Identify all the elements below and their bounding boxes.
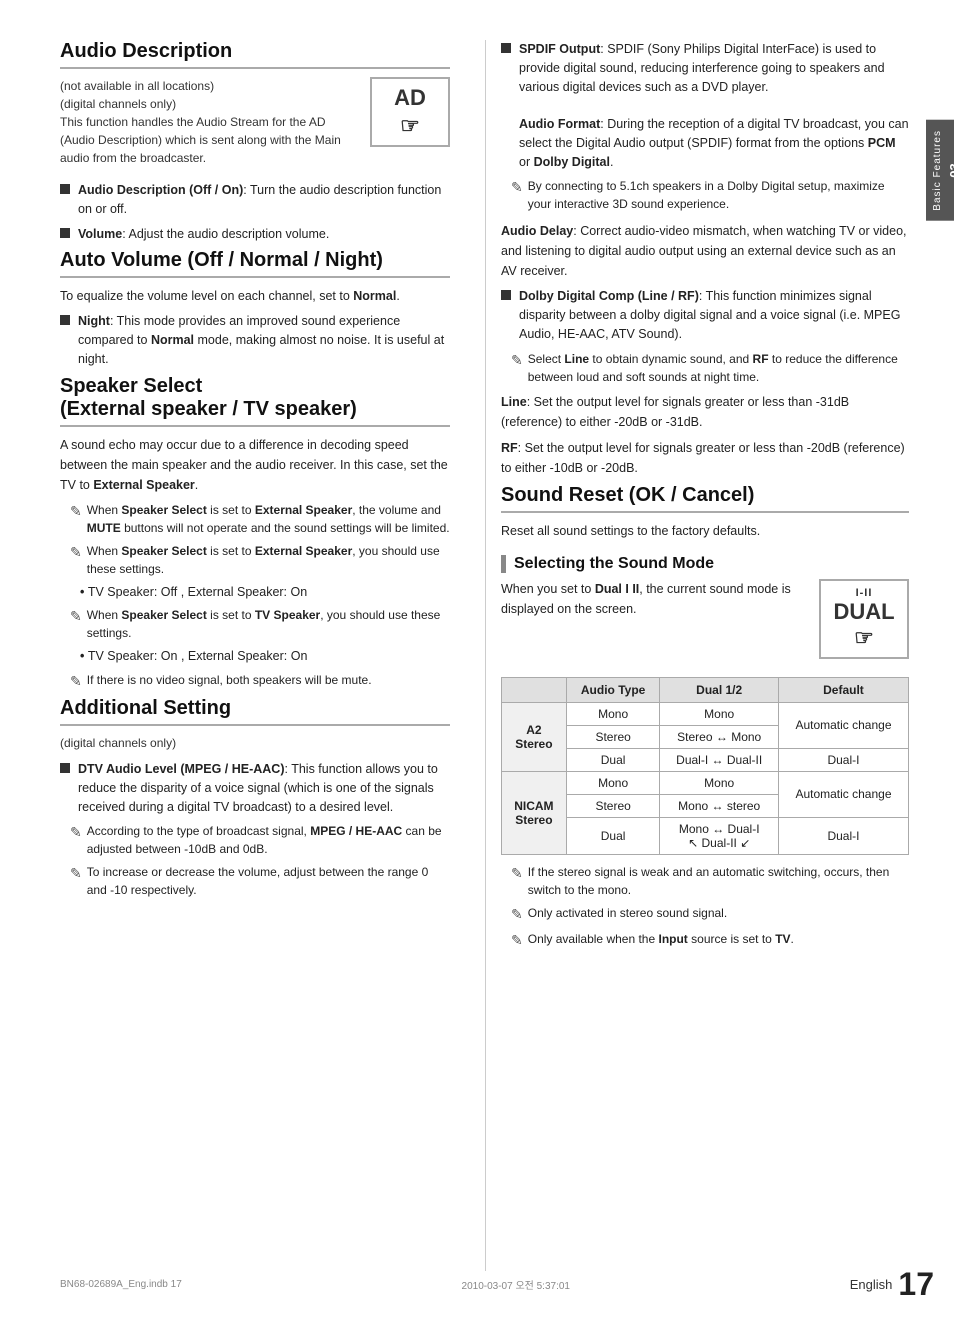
section-heading-auto-volume: Auto Volume (Off / Normal / Night) [60,249,450,278]
chapter-number: 03 [947,163,954,177]
table-cell-nicam-dual-i: Dual-I [778,817,908,854]
table-cell-stereo-dual: Stereo ↔ Mono [660,725,778,748]
table-cell-nicam-stereo: Stereo [566,794,660,817]
table-cell-stereo: Stereo [566,725,660,748]
line-text: Line: Set the output level for signals g… [501,392,909,432]
spdif-bullets: SPDIF Output: SPDIF (Sony Philips Digita… [501,40,909,171]
table-row: A2Stereo Mono Mono Automatic change [502,702,909,725]
table-cell-auto-change: Automatic change [778,702,908,748]
page-footer: BN68-02689A_Eng.indb 17 2010-03-07 오전 5:… [0,1266,954,1303]
dual-icon: I-II DUAL ☞ [819,579,909,659]
table-cell-nicam-mono: Mono [566,771,660,794]
section-heading-additional: Additional Setting [60,697,450,726]
sound-reset-text: Reset all sound settings to the factory … [501,521,909,541]
bullet-square-icon [60,184,70,194]
note-51ch: ✎ By connecting to 5.1ch speakers in a D… [501,177,909,213]
pencil-icon: ✎ [70,671,82,692]
chapter-tab: Basic Features 03 [926,120,954,221]
audio-description-bullets: Audio Description (Off / On): Turn the a… [60,181,450,243]
note-volume-range: ✎ To increase or decrease the volume, ad… [60,863,450,899]
table-header-group [502,677,567,702]
bullet-square-icon [60,763,70,773]
note-stereo-weak: ✎ If the stereo signal is weak and an au… [501,863,909,899]
page-number: 17 [898,1266,934,1303]
table-cell-dual-dual: Dual-I ↔ Dual-II [660,748,778,771]
table-cell-nicam: NICAMStereo [502,771,567,854]
bullet-square-icon [501,43,511,53]
bullet-audio-desc-volume: Volume: Adjust the audio description vol… [60,225,450,244]
bullet-dolby: Dolby Digital Comp (Line / RF): This fun… [501,287,909,343]
ad-icon: AD ☞ [370,77,450,147]
subsection-heading-sound-mode: Selecting the Sound Mode [501,555,909,573]
note-input-tv: ✎ Only available when the Input source i… [501,930,909,951]
section-speaker-select: Speaker Select(External speaker / TV spe… [60,375,450,693]
left-column: Audio Description AD ☞ (not available in… [60,40,480,1271]
table-header-dual: Dual 1/2 [660,677,778,702]
date-info: 2010-03-07 오전 5:37:01 [462,1277,570,1292]
file-info: BN68-02689A_Eng.indb 17 [60,1279,182,1290]
rf-text: RF: Set the output level for signals gre… [501,438,909,478]
note-speaker-external-1: ✎ When Speaker Select is set to External… [60,501,450,537]
additional-bullets: DTV Audio Level (MPEG / HE-AAC): This fu… [60,760,450,816]
section-sound-reset: Sound Reset (OK / Cancel) Reset all soun… [501,484,909,541]
dolby-bullets: Dolby Digital Comp (Line / RF): This fun… [501,287,909,343]
auto-volume-bullets: Night: This mode provides an improved so… [60,312,450,368]
pencil-icon: ✎ [511,904,523,925]
bullet-audio-desc-onoff: Audio Description (Off / On): Turn the a… [60,181,450,219]
note-stereo-only: ✎ Only activated in stereo sound signal. [501,904,909,925]
table-cell-nicam-auto: Automatic change [778,771,908,817]
column-divider [485,40,486,1271]
section-sound-mode: Selecting the Sound Mode I-II DUAL ☞ Whe… [501,555,909,951]
indent-bullet-tv-on: TV Speaker: On , External Speaker: On [60,647,450,666]
bullet-dtv-audio: DTV Audio Level (MPEG / HE-AAC): This fu… [60,760,450,816]
bullet-night-mode: Night: This mode provides an improved so… [60,312,450,368]
table-cell-dual-i: Dual-I [778,748,908,771]
pencil-icon: ✎ [511,177,523,198]
section-heading-speaker-select: Speaker Select(External speaker / TV spe… [60,375,450,427]
table-cell-nicam-mono-dual: Mono [660,771,778,794]
note-line-rf: ✎ Select Line to obtain dynamic sound, a… [501,350,909,386]
table-cell-dual: Dual [566,748,660,771]
table-header-audio-type: Audio Type [566,677,660,702]
pencil-icon: ✎ [70,606,82,627]
section-audio-description: Audio Description AD ☞ (not available in… [60,40,450,243]
bullet-spdif: SPDIF Output: SPDIF (Sony Philips Digita… [501,40,909,171]
section-heading-audio-description: Audio Description [60,40,450,69]
pencil-icon: ✎ [511,863,523,884]
note-speaker-external-2: ✎ When Speaker Select is set to External… [60,542,450,578]
pencil-icon: ✎ [70,542,82,563]
table-cell-nicam-stereo-dual: Mono ↔ stereo [660,794,778,817]
pencil-icon: ✎ [511,930,523,951]
table-header-default: Default [778,677,908,702]
pencil-icon: ✎ [70,822,82,843]
note-no-video: ✎ If there is no video signal, both spea… [60,671,450,692]
section-additional-setting: Additional Setting (digital channels onl… [60,697,450,899]
audio-delay-text: Audio Delay: Correct audio-video mismatc… [501,221,909,281]
note-mpeg-haaac: ✎ According to the type of broadcast sig… [60,822,450,858]
bullet-square-icon [501,290,511,300]
page-language: English [850,1277,893,1292]
table-row: NICAMStereo Mono Mono Automatic change [502,771,909,794]
chapter-label: Basic Features [932,130,943,211]
additional-setting-intro: (digital channels only) [60,734,450,752]
bullet-square-icon [60,315,70,325]
auto-volume-intro: To equalize the volume level on each cha… [60,286,450,306]
table-cell-mono-dual: Mono [660,702,778,725]
table-cell-a2: A2Stereo [502,702,567,771]
speaker-select-intro: A sound echo may occur due to a differen… [60,435,450,495]
indent-bullet-external-on: TV Speaker: Off , External Speaker: On [60,583,450,602]
sound-mode-table: Audio Type Dual 1/2 Default A2Stereo Mon… [501,677,909,855]
section-heading-sound-reset: Sound Reset (OK / Cancel) [501,484,909,513]
right-column: SPDIF Output: SPDIF (Sony Philips Digita… [491,40,909,1271]
table-cell-mono: Mono [566,702,660,725]
pencil-icon: ✎ [70,501,82,522]
section-auto-volume: Auto Volume (Off / Normal / Night) To eq… [60,249,450,368]
table-cell-nicam-dual-dual: Mono ↔ Dual-I↖ Dual-II ↙ [660,817,778,854]
note-speaker-tv: ✎ When Speaker Select is set to TV Speak… [60,606,450,642]
table-cell-nicam-dual: Dual [566,817,660,854]
bullet-square-icon [60,228,70,238]
pencil-icon: ✎ [70,863,82,884]
page-number-area: English 17 [850,1266,934,1303]
pencil-icon: ✎ [511,350,523,371]
